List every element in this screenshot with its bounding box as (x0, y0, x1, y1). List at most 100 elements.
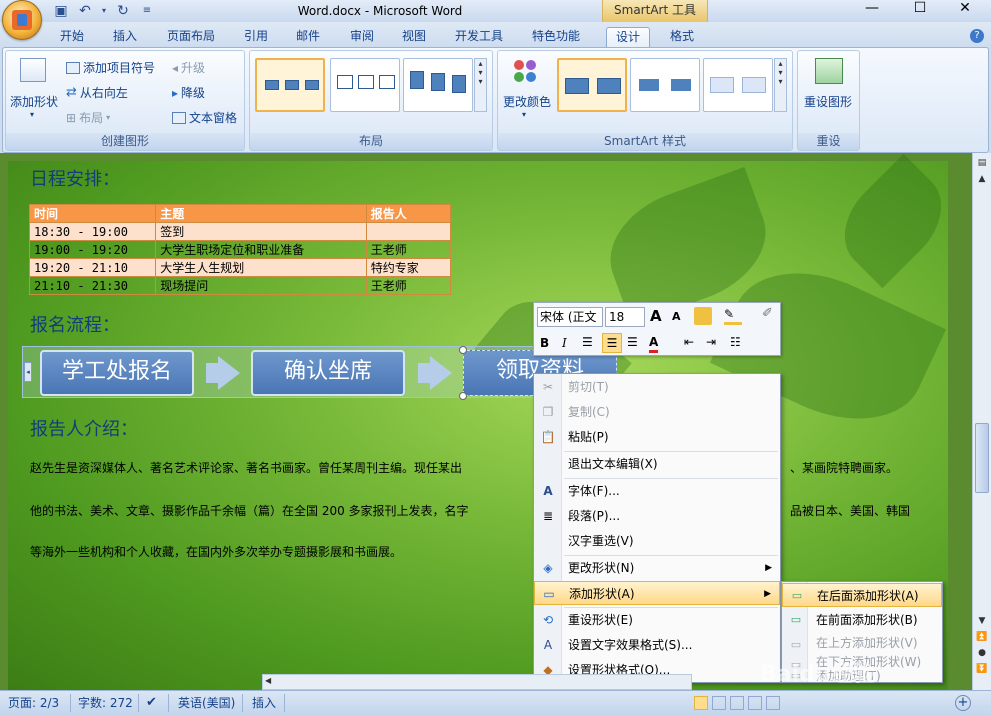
tab-references[interactable]: 引用 (236, 27, 276, 47)
submenu-item-add-after[interactable]: ▭ 在后面添加形状(A) (782, 583, 942, 607)
style-thumbnail-subtle[interactable] (703, 58, 773, 112)
minimize-button[interactable]: — (852, 0, 892, 18)
tab-page-layout[interactable]: 页面布局 (160, 27, 222, 47)
menu-item-text-effects[interactable]: A 设置文字效果格式(S)... (534, 633, 780, 657)
smartart-step-2[interactable]: 确认坐席 (251, 350, 405, 396)
watermark: Baidu经验 (760, 662, 875, 687)
outline-view-icon[interactable] (748, 696, 762, 710)
font-color-pen-icon[interactable]: ✎ (724, 307, 742, 325)
right-to-left-button[interactable]: ⇄ 从右向左 (66, 84, 128, 101)
text-pane-toggle[interactable]: ◂ (24, 362, 32, 382)
scroll-left-icon[interactable]: ◀ (265, 676, 275, 688)
web-layout-view-icon[interactable] (730, 696, 744, 710)
maximize-button[interactable]: ☐ (900, 0, 940, 18)
promote-button[interactable]: ◂ 升级 (172, 59, 205, 76)
tab-special[interactable]: 特色功能 (525, 27, 587, 47)
font-color-icon[interactable]: A (649, 334, 659, 353)
layouts-gallery-scroll[interactable]: ▴ ▾ ▾ (474, 58, 487, 112)
layout-thumbnail-basic-process[interactable] (255, 58, 325, 112)
decrease-indent-icon[interactable]: ⇤ (684, 335, 694, 349)
menu-item-add-shape[interactable]: ▭ 添加形状(A) ▶ (534, 581, 780, 605)
style-thumbnail-simple[interactable] (557, 58, 627, 112)
horizontal-scrollbar[interactable]: ◀ (262, 674, 692, 690)
bold-button[interactable]: B (540, 336, 549, 350)
font-name-box[interactable]: 宋体 (正文 (537, 307, 603, 327)
text-pane-button[interactable]: 文本窗格 (172, 109, 237, 126)
resize-handle[interactable] (459, 392, 467, 400)
change-colors-button[interactable]: 更改颜色 (503, 93, 551, 110)
font-size-box[interactable]: 18 (605, 307, 645, 327)
status-word-count[interactable]: 字数: 272 (78, 695, 133, 711)
zoom-in-icon[interactable]: + (955, 695, 971, 711)
highlight-icon[interactable] (694, 307, 712, 325)
menu-item-paragraph[interactable]: ≣ 段落(P)... (534, 504, 780, 528)
tab-developer[interactable]: 开发工具 (448, 27, 510, 47)
menu-item-font[interactable]: A 字体(F)... (534, 479, 780, 503)
scroll-up-icon[interactable]: ▲ (974, 171, 990, 187)
help-icon[interactable]: ? (970, 29, 984, 43)
office-button[interactable] (2, 0, 42, 40)
add-shape-dropdown-icon[interactable]: ▾ (30, 110, 34, 119)
menu-item-change-shape[interactable]: ◈ 更改形状(N) ▶ (534, 556, 780, 580)
italic-button[interactable]: I (562, 336, 567, 350)
demote-button[interactable]: ▸ 降级 (172, 84, 205, 101)
draft-view-icon[interactable] (766, 696, 780, 710)
undo-icon[interactable]: ↶ (76, 2, 94, 20)
menu-item-hanzi-reselect[interactable]: 汉字重选(V) (534, 529, 780, 553)
select-browse-object-icon[interactable]: ● (974, 645, 990, 661)
print-layout-view-icon[interactable] (694, 696, 708, 710)
scroll-down-icon[interactable]: ▼ (974, 613, 990, 629)
status-page[interactable]: 页面: 2/3 (8, 695, 59, 711)
tab-review[interactable]: 审阅 (342, 27, 382, 47)
proofing-icon[interactable]: ✔ (146, 695, 157, 711)
menu-item-reset-shape[interactable]: ⟲ 重设形状(E) (534, 608, 780, 632)
full-screen-view-icon[interactable] (712, 696, 726, 710)
format-painter-icon[interactable]: ✐ (762, 306, 773, 321)
align-left-icon[interactable]: ☰ (582, 335, 593, 349)
status-insert-mode[interactable]: 插入 (252, 695, 276, 711)
menu-item-paste[interactable]: 📋 粘贴(P) (534, 425, 780, 449)
save-icon[interactable]: ▣ (52, 2, 70, 20)
align-center-icon[interactable]: ☰ (602, 333, 622, 353)
ruler-toggle-icon[interactable]: ▤ (974, 155, 990, 171)
style-thumbnail-white-outline[interactable] (630, 58, 700, 112)
menu-item-cut[interactable]: ✂ 剪切(T) (534, 375, 780, 399)
change-colors-dropdown-icon[interactable]: ▾ (522, 110, 526, 119)
layout-thumbnail-accent-process[interactable] (330, 58, 400, 112)
undo-dropdown-icon[interactable]: ▾ (100, 2, 108, 20)
next-page-icon[interactable]: ⏬ (974, 661, 990, 677)
shrink-font-button[interactable]: A (672, 310, 681, 323)
menu-item-copy[interactable]: ❐ 复制(C) (534, 400, 780, 424)
tab-view[interactable]: 视图 (394, 27, 434, 47)
context-menu: ✂ 剪切(T) ❐ 复制(C) 📋 粘贴(P) 退出文本编辑(X) A 字体(F)...… (533, 373, 781, 683)
styles-gallery-scroll[interactable]: ▴ ▾ ▾ (774, 58, 787, 112)
tab-format[interactable]: 格式 (660, 27, 704, 47)
submenu-item-add-before[interactable]: ▭ 在前面添加形状(B) (782, 608, 942, 632)
layout-thumbnail-step-process[interactable] (403, 58, 473, 112)
group-label: SmartArt 样式 (498, 133, 792, 150)
scissors-icon: ✂ (542, 380, 554, 394)
previous-page-icon[interactable]: ⏫ (974, 629, 990, 645)
submenu-item-add-above[interactable]: ▭ 在上方添加形状(V) (782, 633, 942, 653)
bullets-icon[interactable]: ☷ (730, 335, 741, 349)
customize-icon[interactable]: ≡ (138, 2, 156, 20)
tab-mailings[interactable]: 邮件 (288, 27, 328, 47)
add-shape-button[interactable]: 添加形状 (10, 93, 58, 110)
vertical-scrollbar[interactable]: ▤ ▲ ▼ ⏫ ● ⏬ (972, 153, 991, 690)
scrollbar-thumb[interactable] (975, 423, 989, 493)
reset-graphic-button[interactable]: 重设图形 (804, 93, 852, 110)
smartart-step-1[interactable]: 学工处报名 (40, 350, 194, 396)
close-button[interactable]: ✕ (945, 0, 985, 18)
align-right-icon[interactable]: ☰ (627, 335, 638, 349)
tab-insert[interactable]: 插入 (105, 27, 145, 47)
tab-home[interactable]: 开始 (52, 27, 92, 47)
add-bullet-button[interactable]: 添加项目符号 (66, 59, 155, 76)
increase-indent-icon[interactable]: ⇥ (706, 335, 716, 349)
redo-icon[interactable]: ↻ (114, 2, 132, 20)
status-language[interactable]: 英语(美国) (178, 695, 235, 711)
layout-button[interactable]: ⊞ 布局 ▾ (66, 109, 110, 126)
resize-handle[interactable] (459, 346, 467, 354)
grow-font-button[interactable]: A (650, 307, 662, 325)
menu-item-exit-text-edit[interactable]: 退出文本编辑(X) (534, 452, 780, 476)
tab-design[interactable]: 设计 (606, 27, 650, 47)
